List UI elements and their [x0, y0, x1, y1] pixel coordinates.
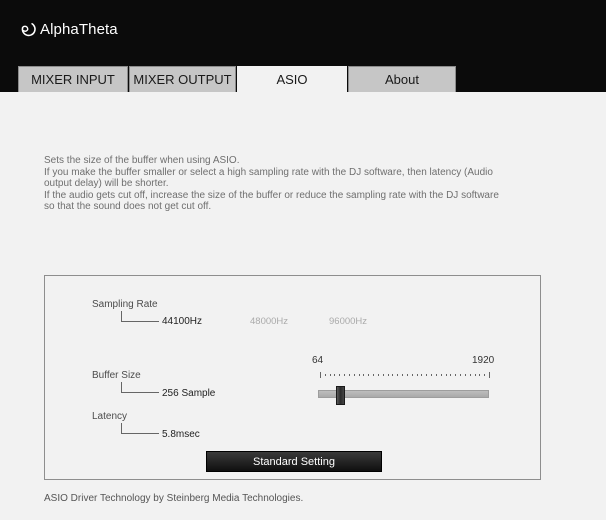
standard-setting-button[interactable]: Standard Setting [206, 451, 382, 472]
slider-tick [387, 374, 389, 376]
latency-value: 5.8msec [162, 429, 200, 440]
footer-credit: ASIO Driver Technology by Steinberg Medi… [44, 493, 304, 504]
slider-tick [373, 374, 375, 376]
slider-tick [397, 374, 399, 376]
slider-tick [344, 374, 346, 376]
slider-tick [426, 374, 428, 376]
latency-label: Latency [92, 411, 128, 422]
slider-tick [431, 374, 433, 376]
sampling-rate-option-48000[interactable]: 48000Hz [250, 316, 288, 327]
slider-tick [406, 374, 408, 376]
slider-tick [334, 374, 336, 376]
buffer-min-label: 64 [312, 355, 324, 366]
asio-description: Sets the size of the buffer when using A… [44, 155, 564, 213]
slider-tick [368, 374, 370, 376]
slider-tick [358, 374, 360, 376]
slider-tick [435, 374, 437, 376]
slider-tick [421, 374, 423, 376]
slider-tick [474, 374, 476, 376]
slider-tick [402, 374, 404, 376]
brand-logo: AlphaTheta [19, 20, 118, 38]
slider-tick [416, 374, 418, 376]
slider-tick [464, 374, 466, 376]
description-line: Sets the size of the buffer when using A… [44, 155, 240, 166]
sampling-rate-option-44100[interactable]: 44100Hz [162, 316, 202, 327]
description-line: output delay) will be shorter. [44, 178, 169, 189]
buffer-size-label: Buffer Size [92, 370, 141, 381]
buffer-size-slider-thumb[interactable] [335, 386, 345, 405]
brand-name: AlphaTheta [40, 20, 118, 38]
slider-tick [445, 374, 447, 376]
sampling-rate-label: Sampling Rate [92, 299, 158, 310]
slider-tick [489, 372, 490, 378]
sampling-rate-option-96000[interactable]: 96000Hz [329, 316, 367, 327]
slider-tick [382, 374, 384, 376]
slider-tick [450, 374, 452, 376]
description-line: so that the sound does not get cut off. [44, 201, 212, 212]
slider-tick [484, 374, 486, 376]
slider-tick [320, 372, 321, 378]
buffer-size-value: 256 Sample [162, 388, 216, 399]
tab-bar: MIXER INPUT MIXER OUTPUT ASIO About [0, 66, 606, 92]
slider-tick [348, 374, 350, 376]
slider-tick [479, 374, 481, 376]
buffer-size-connector [121, 382, 159, 393]
tab-mixer-input[interactable]: MIXER INPUT [18, 66, 128, 92]
slider-tick [469, 374, 471, 376]
slider-tick [411, 374, 413, 376]
slider-tick [392, 374, 394, 376]
alphatheta-swirl-icon [21, 23, 36, 37]
sampling-rate-connector [121, 311, 159, 322]
slider-tick [353, 374, 355, 376]
buffer-max-label: 1920 [472, 355, 495, 366]
description-line: If the audio gets cut off, increase the … [44, 189, 499, 201]
tab-mixer-output[interactable]: MIXER OUTPUT [129, 66, 236, 92]
slider-tick [460, 374, 462, 376]
slider-tick [339, 374, 341, 376]
tab-asio[interactable]: ASIO [237, 66, 347, 92]
slider-tick [363, 374, 365, 376]
buffer-slider-ticks [320, 372, 490, 378]
slider-tick [455, 374, 457, 376]
slider-tick [440, 374, 442, 376]
slider-tick [324, 374, 326, 376]
tab-about[interactable]: About [348, 66, 456, 92]
slider-tick [329, 374, 331, 376]
description-line: If you make the buffer smaller or select… [44, 166, 493, 178]
slider-tick [377, 374, 379, 376]
latency-connector [121, 423, 159, 434]
